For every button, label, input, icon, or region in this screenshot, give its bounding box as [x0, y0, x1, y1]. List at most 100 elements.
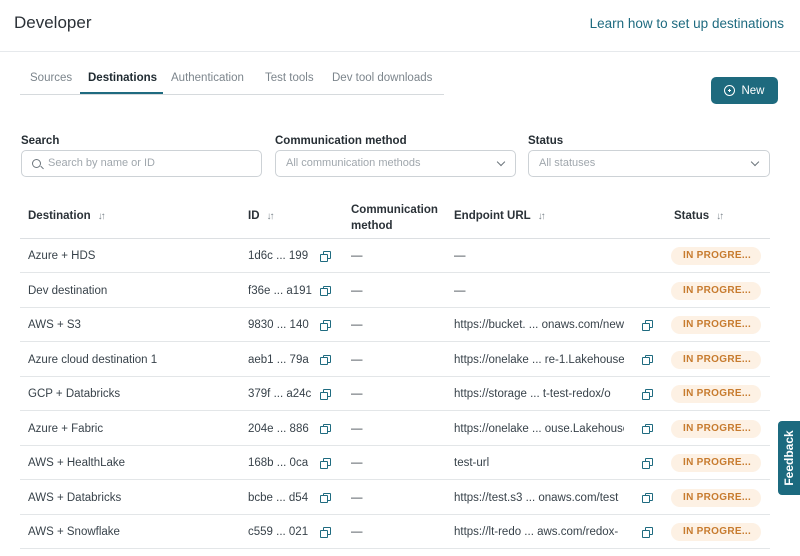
destination-id: 168b ... 0ca [248, 457, 309, 469]
copy-endpoint-icon[interactable] [642, 320, 653, 331]
copy-id-icon[interactable] [320, 389, 331, 400]
sort-icon[interactable]: ↓↑ [716, 211, 724, 222]
copy-id-icon[interactable] [320, 458, 331, 469]
chevron-down-icon [750, 157, 760, 167]
endpoint-url: https://lt-redo ... aws.com/redox- [454, 526, 619, 538]
new-button[interactable]: New [711, 77, 778, 104]
destination-id: bcbe ... d54 [248, 491, 309, 504]
destination-id: f36e ... a191 [248, 284, 312, 297]
destination-name: GCP + Databricks [28, 388, 121, 400]
table-row[interactable]: GCP + Databricks 379f ... a24c — https://st… [20, 377, 770, 411]
copy-endpoint-icon[interactable] [642, 527, 653, 538]
communication-method-value: — [351, 422, 363, 435]
tab-bar: Sources Destinations Authentication Test… [20, 62, 444, 95]
page-header: Developer Learn how to set up destinatio… [0, 0, 800, 52]
communication-method-value: — [351, 457, 363, 469]
copy-endpoint-icon[interactable] [642, 423, 653, 434]
destination-name: AWS + HealthLake [28, 457, 126, 469]
status-badge: IN PROGRE... [671, 488, 761, 507]
column-header-status[interactable]: Status ↓↑ [674, 210, 724, 222]
communication-method-placeholder: All communication methods [286, 157, 421, 169]
sort-icon[interactable]: ↓↑ [538, 211, 546, 222]
tab-sources[interactable]: Sources [30, 72, 72, 84]
learn-destinations-link[interactable]: Learn how to set up destinations [590, 16, 784, 31]
copy-id-icon[interactable] [320, 251, 331, 262]
status-badge: IN PROGRE... [671, 385, 761, 403]
search-label: Search [21, 135, 60, 147]
destination-id: 379f ... a24c [248, 388, 312, 400]
column-header-endpoint-url[interactable]: Endpoint URL ↓↑ [454, 210, 546, 222]
table-row[interactable]: Dev destination f36e ... a191 — — IN PROGRE.… [20, 274, 770, 308]
tab-destinations[interactable]: Destinations [88, 72, 157, 84]
communication-method-value: — [351, 388, 363, 400]
column-header-communication-method: Communication method [351, 204, 438, 232]
communication-method-value: — [351, 491, 363, 504]
communication-method-value: — [351, 353, 363, 366]
destination-name: AWS + Snowflake [28, 526, 120, 538]
copy-endpoint-icon[interactable] [642, 492, 653, 503]
status-badge: IN PROGRE... [671, 247, 761, 265]
tab-authentication[interactable]: Authentication [171, 72, 244, 84]
copy-id-icon[interactable] [320, 354, 331, 365]
table-row[interactable]: AWS + Databricks bcbe ... d54 — https://tes… [20, 481, 770, 515]
tab-dev-tool-downloads[interactable]: Dev tool downloads [332, 72, 432, 84]
status-badge: IN PROGRE... [671, 454, 761, 472]
endpoint-url: — [454, 250, 466, 262]
endpoint-url: https://onelake ... re-1.Lakehouse [454, 353, 624, 366]
destination-id: c559 ... 021 [248, 526, 309, 538]
endpoint-url: https://onelake ... ouse.Lakehouse [454, 422, 624, 435]
feedback-button[interactable]: Feedback [778, 421, 800, 495]
plus-circle-icon [724, 85, 736, 96]
status-badge: IN PROGRE... [671, 281, 761, 300]
table-row[interactable]: Azure cloud destination 1 aeb1 ... 79a — ht… [20, 343, 770, 377]
column-header-destination[interactable]: Destination ↓↑ [28, 210, 106, 222]
destination-id: 1d6c ... 199 [248, 250, 309, 262]
communication-method-value: — [351, 250, 363, 262]
endpoint-url: https://storage ... t-test-redox/o [454, 388, 611, 400]
communication-method-value: — [351, 319, 363, 331]
status-badge: IN PROGRE... [671, 350, 761, 369]
endpoint-url: https://bucket. ... onaws.com/new- [454, 319, 624, 331]
status-badge: IN PROGRE... [671, 316, 761, 334]
endpoint-url: — [454, 284, 466, 297]
table-row[interactable]: AWS + Snowflake c559 ... 021 — https://lt-r… [20, 515, 770, 549]
destination-name: AWS + Databricks [28, 491, 122, 504]
copy-endpoint-icon[interactable] [642, 458, 653, 469]
sort-icon[interactable]: ↓↑ [267, 211, 275, 222]
tab-test-tools[interactable]: Test tools [265, 72, 314, 84]
search-placeholder: Search by name or ID [48, 157, 155, 169]
table-row[interactable]: Azure + Fabric 204e ... 886 — https://onela… [20, 412, 770, 446]
search-icon [32, 159, 41, 168]
destination-name: Azure + Fabric [28, 422, 104, 435]
status-badge: IN PROGRE... [671, 419, 761, 438]
chevron-down-icon [496, 157, 506, 167]
communication-method-label: Communication method [275, 135, 407, 147]
table-row[interactable]: AWS + S3 9830 ... 140 — https://bucket. ...… [20, 308, 770, 342]
copy-endpoint-icon[interactable] [642, 389, 653, 400]
copy-id-icon[interactable] [320, 320, 331, 331]
destination-id: 9830 ... 140 [248, 319, 309, 331]
column-header-id[interactable]: ID ↓↑ [248, 210, 275, 222]
status-badge: IN PROGRE... [671, 523, 761, 541]
destination-name: Azure cloud destination 1 [28, 353, 158, 366]
copy-id-icon[interactable] [320, 527, 331, 538]
communication-method-value: — [351, 526, 363, 538]
feedback-label: Feedback [782, 430, 796, 486]
copy-id-icon[interactable] [320, 492, 331, 503]
table-row[interactable]: AWS + HealthLake 168b ... 0ca — test-url IN … [20, 446, 770, 480]
sort-icon[interactable]: ↓↑ [98, 211, 106, 222]
status-select[interactable]: All statuses [528, 150, 770, 177]
copy-id-icon[interactable] [320, 285, 331, 296]
communication-method-select[interactable]: All communication methods [275, 150, 516, 177]
table-row[interactable]: Azure + HDS 1d6c ... 199 — — IN PROGRE... [20, 239, 770, 273]
copy-endpoint-icon[interactable] [642, 354, 653, 365]
active-tab-indicator [80, 92, 163, 94]
status-label: Status [528, 135, 564, 147]
destination-id: 204e ... 886 [248, 422, 309, 435]
table-header: Destination ↓↑ ID ↓↑ Communication method … [20, 194, 770, 239]
copy-id-icon[interactable] [320, 423, 331, 434]
destination-name: Dev destination [28, 284, 108, 297]
search-input[interactable]: Search by name or ID [21, 150, 262, 177]
status-placeholder: All statuses [539, 157, 596, 169]
new-button-label: New [741, 84, 765, 97]
